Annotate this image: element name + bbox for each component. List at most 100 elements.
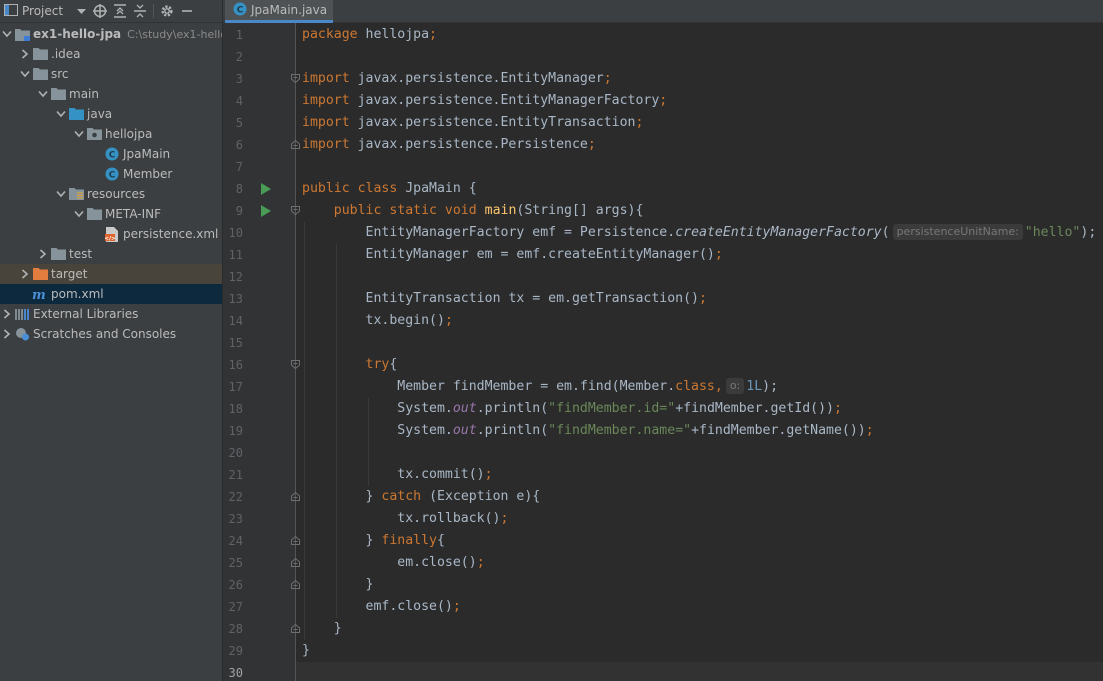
chevron-down-icon[interactable] (54, 107, 68, 121)
scratches-icon (14, 326, 30, 342)
code-area[interactable]: package hellojpa; import javax.persistenc… (296, 23, 1103, 681)
tree-item-external-libraries[interactable]: External Libraries (0, 304, 222, 324)
source-folder-icon (68, 106, 84, 122)
code-line-5[interactable]: import javax.persistence.EntityTransacti… (302, 112, 643, 134)
code-line-18[interactable]: System.out.println("findMember.id="+find… (302, 398, 842, 420)
code-line-29[interactable]: } (302, 640, 310, 662)
code-token: } (365, 489, 382, 504)
chevron-right-icon[interactable] (18, 267, 32, 281)
code-token: ( (881, 225, 890, 240)
code-line-19[interactable]: System.out.println("findMember.name="+fi… (302, 420, 874, 442)
chevron-down-icon[interactable] (54, 187, 68, 201)
code-token: import (302, 115, 350, 130)
line-number: 6 (235, 138, 243, 152)
code-token: ; (635, 115, 644, 130)
code-token: } (333, 621, 342, 636)
tree-item-test[interactable]: test (0, 244, 222, 264)
class-icon: C (233, 2, 247, 19)
tree-item-java[interactable]: java (0, 104, 222, 124)
chevron-down-icon[interactable] (36, 87, 50, 101)
tab-label: JpaMain.java (251, 3, 328, 17)
project-view-selector[interactable]: Project (4, 3, 87, 19)
code-line-27[interactable]: emf.close(); (302, 596, 461, 618)
code-token: import (302, 137, 350, 152)
chevron-down-icon[interactable] (0, 27, 14, 41)
gear-icon[interactable] (157, 1, 177, 21)
code-line-24[interactable]: } finally{ (302, 530, 445, 552)
tree-item-label: External Libraries (33, 307, 139, 321)
tree-item-hellojpa[interactable]: hellojpa (0, 124, 222, 144)
code-line-22[interactable]: } catch (Exception e){ (302, 486, 541, 508)
code-line-14[interactable]: tx.begin(); (302, 310, 453, 332)
tree-item-label: test (69, 247, 93, 261)
code-line-21[interactable]: tx.commit(); (302, 464, 492, 486)
tree-item-resources[interactable]: resources (0, 184, 222, 204)
tree-item-idea[interactable]: .idea (0, 44, 222, 64)
tree-item-pom-xml[interactable]: m pom.xml (0, 284, 222, 304)
code-line-6[interactable]: import javax.persistence.Persistence; (302, 134, 596, 156)
collapse-all-icon[interactable] (130, 1, 150, 21)
line-number: 11 (228, 248, 243, 262)
run-gutter-icon[interactable] (261, 183, 271, 195)
code-token: tx.rollback() (397, 511, 501, 526)
line-number: 5 (235, 116, 243, 130)
code-line-26[interactable]: } (302, 574, 374, 596)
code-token: .println( (476, 401, 549, 416)
code-token: ; (659, 93, 668, 108)
code-line-9[interactable]: public static void main(String[] args){ (302, 200, 644, 222)
chevron-down-icon[interactable] (18, 67, 32, 81)
tree-item-ex1-hello-jpa[interactable]: ex1-hello-jpa C:\study\ex1-hello (0, 24, 222, 44)
chevron-down-icon[interactable] (72, 127, 86, 141)
tree-item-main[interactable]: main (0, 84, 222, 104)
code-token: ; (865, 423, 874, 438)
tree-item-label: JpaMain (123, 147, 171, 161)
tree-item-member[interactable]: C Member (0, 164, 222, 184)
code-line-17[interactable]: Member findMember = em.find(Member.class… (302, 376, 778, 398)
chevron-down-icon[interactable] (72, 207, 86, 221)
tree-item-scratches-and-consoles[interactable]: Scratches and Consoles (0, 324, 222, 344)
tree-item-label: main (69, 87, 99, 101)
locate-icon[interactable] (90, 1, 110, 21)
caret-line-highlight (296, 662, 1103, 681)
tree-item-label: src (51, 67, 69, 81)
tree-item-src[interactable]: src (0, 64, 222, 84)
code-line-25[interactable]: em.close(); (302, 552, 484, 574)
code-line-16[interactable]: try{ (302, 354, 398, 376)
code-line-28[interactable]: } (302, 618, 342, 640)
tab-jpamain-java[interactable]: C JpaMain.java (225, 0, 334, 23)
code-editor[interactable]: 1 2 3 4 5 6 7 8 9 10 11 12 13 14 15 16 17 18 19 20 21 22 23 24 2… (223, 23, 1103, 681)
run-gutter-icon[interactable] (261, 205, 271, 217)
minimize-icon[interactable] (177, 1, 197, 21)
code-line-13[interactable]: EntityTransaction tx = em.getTransaction… (302, 288, 707, 310)
parameter-name-hint: o: (725, 378, 745, 394)
tree-item-meta-inf[interactable]: META-INF (0, 204, 222, 224)
chevron-right-icon[interactable] (18, 47, 32, 61)
editor-gutter: 1 2 3 4 5 6 7 8 9 10 11 12 13 14 15 16 17 18 19 20 21 22 23 24 2… (223, 23, 300, 681)
tree-item-target[interactable]: target (0, 264, 222, 284)
code-line-11[interactable]: EntityManager em = emf.createEntityManag… (302, 244, 723, 266)
excluded-folder-icon (32, 266, 48, 282)
code-line-10[interactable]: EntityManagerFactory emf = Persistence.c… (302, 222, 1096, 244)
chevron-right-icon[interactable] (0, 307, 14, 321)
tree-item-persistence-xml[interactable]: </> persistence.xml (0, 224, 222, 244)
code-line-8[interactable]: public class JpaMain { (302, 178, 477, 200)
code-token: { (437, 533, 445, 548)
line-number: 29 (228, 644, 243, 658)
code-token: javax.persistence.EntityManager (349, 71, 604, 86)
code-line-1[interactable]: package hellojpa; (302, 24, 437, 46)
chevron-right-icon[interactable] (36, 247, 50, 261)
tree-item-jpamain[interactable]: C JpaMain (0, 144, 222, 164)
chevron-down-icon[interactable] (77, 4, 87, 18)
line-number: 4 (235, 94, 243, 108)
line-number: 28 (228, 622, 243, 636)
code-line-3[interactable]: import javax.persistence.EntityManager; (302, 68, 612, 90)
line-number: 3 (235, 72, 243, 86)
chevron-right-icon[interactable] (0, 327, 14, 341)
code-line-23[interactable]: tx.rollback(); (302, 508, 508, 530)
code-line-4[interactable]: import javax.persistence.EntityManagerFa… (302, 90, 667, 112)
expand-all-icon[interactable] (110, 1, 130, 21)
xml-file-icon: </> (104, 226, 120, 242)
